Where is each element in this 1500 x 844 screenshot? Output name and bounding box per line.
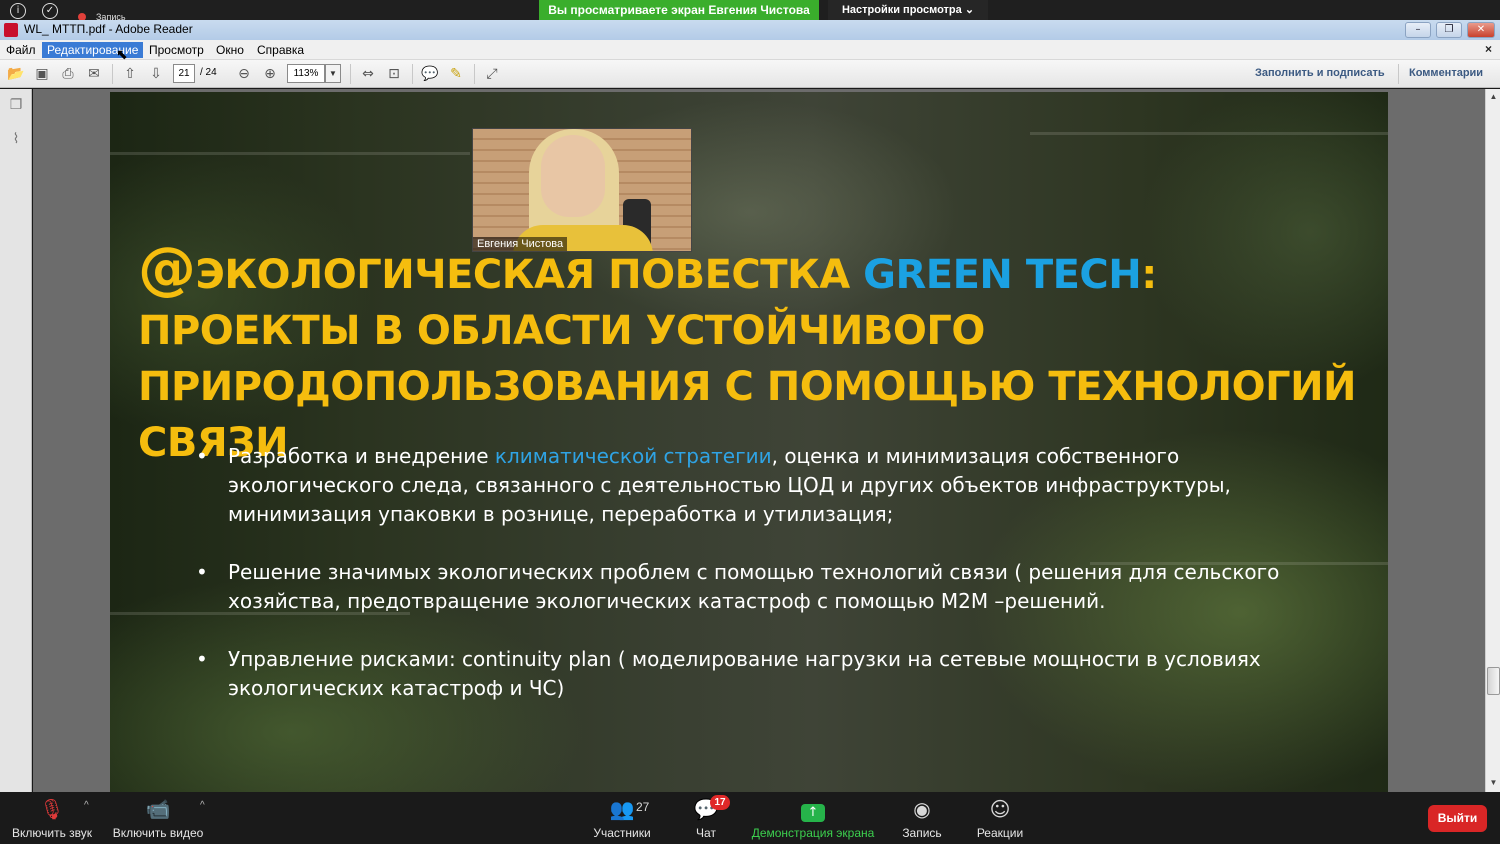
minimize-button[interactable]: – [1405,22,1431,38]
shield-icon[interactable]: ✓ [42,3,58,19]
save-icon[interactable]: ▣ [32,64,52,84]
slide-bullet-list: Разработка и внедрение климатической стр… [196,442,1296,732]
muted-microphone-icon: 🎙 [39,797,65,821]
unmute-label: Включить звук [11,826,93,840]
share-screen-button[interactable]: ↑ Демонстрация экрана [748,796,878,840]
record-label: Запись [902,826,942,840]
page-total: / 24 [200,67,217,78]
window-titlebar: WL_ МТТП.pdf - Adobe Reader [0,20,1500,40]
page-number-input[interactable]: 21 [173,64,195,83]
toolbar-separator [112,64,113,84]
bullet-3-text: Управление рисками: continuity plan ( мо… [228,647,1261,700]
window-title: WL_ МТТП.pdf - Adobe Reader [24,22,193,36]
reaction-smiley-icon: ☺ [989,797,1011,821]
shelf-decoration [1030,132,1388,135]
toolbar-separator [350,64,351,84]
fit-width-icon[interactable]: ⇔ [358,64,378,84]
bullet-item: Разработка и внедрение климатической стр… [196,442,1296,529]
comments-button[interactable]: Комментарии [1409,67,1483,79]
zoom-in-icon[interactable]: ⊕ [260,64,280,84]
close-document-icon[interactable]: × [1485,42,1492,56]
menu-window[interactable]: Окно [211,42,249,58]
menu-bar: Файл Редактирование Просмотр Окно Справк… [0,40,1500,60]
toolbar-separator [1398,64,1399,84]
chat-unread-badge: 17 [710,795,730,810]
chat-label: Чат [696,826,716,840]
unmute-button[interactable]: 🎙 Включить звук [10,796,94,840]
full-screen-icon[interactable]: ⤢ [482,64,502,84]
menu-file[interactable]: Файл [1,42,41,58]
zoom-dropdown-icon[interactable]: ▼ [325,64,341,83]
scroll-down-icon[interactable]: ▼ [1488,777,1499,788]
next-page-icon[interactable]: ⇩ [146,64,166,84]
attachments-icon[interactable]: ⌇ [6,129,26,149]
share-screen-label: Демонстрация экрана [751,826,875,840]
bullet-1-text-start: Разработка и внедрение [228,444,495,468]
menu-view[interactable]: Просмотр [144,42,209,58]
bullet-1-link: климатической стратегии [494,444,772,468]
previous-page-icon[interactable]: ⇧ [120,64,140,84]
view-settings-button[interactable]: Настройки просмотра ⌄ [828,0,988,21]
slide-page: Евгения Чистова @ЭКОЛОГИЧЕСКАЯ ПОВЕСТКА … [110,92,1388,792]
reactions-button[interactable]: ☺ Реакции [972,796,1028,840]
screen-share-banner: Вы просматриваете экран Евгения Чистова [539,0,819,21]
video-off-icon: 📹 [145,797,171,821]
shelf-decoration [110,152,470,155]
audio-options-caret-icon[interactable]: ^ [84,800,89,811]
restore-button[interactable]: ❐ [1436,22,1462,38]
title-part-1: ЭКОЛОГИЧЕСКАЯ ПОВЕСТКА [195,252,864,298]
print-icon[interactable]: ⎙ [58,64,78,84]
leave-meeting-button[interactable]: Выйти [1428,805,1487,832]
bullet-2-text: Решение значимых экологических проблем с… [228,560,1280,613]
title-at-sign: @ [138,234,196,302]
menu-edit[interactable]: Редактирование [42,42,144,58]
close-window-button[interactable]: ✕ [1467,22,1495,38]
info-icon[interactable]: i [10,3,26,19]
toolbar-separator [412,64,413,84]
start-video-label: Включить видео [112,826,204,840]
toolbar-separator [474,64,475,84]
scrollbar-thumb[interactable] [1487,667,1500,695]
slide-title: @ЭКОЛОГИЧЕСКАЯ ПОВЕСТКА GREEN TECH: ПРОЕ… [138,239,1378,471]
screen: i ✓ Запись Вы просматриваете экран Евген… [0,0,1500,844]
vertical-scrollbar[interactable]: ▲ ▼ [1485,89,1500,792]
record-icon: ◉ [913,797,931,821]
comment-icon[interactable]: 💬 [420,64,440,84]
pdf-app-icon [4,23,18,37]
title-green-tech: GREEN TECH [863,252,1142,298]
fill-sign-button[interactable]: Заполнить и подписать [1255,67,1385,79]
open-icon[interactable]: 📂 [6,64,26,84]
participants-count: 27 [636,800,650,814]
menu-help[interactable]: Справка [252,42,309,58]
bullet-item: Решение значимых экологических проблем с… [196,558,1296,616]
zoom-out-icon[interactable]: ⊖ [234,64,254,84]
participant-video-tile[interactable]: Евгения Чистова [472,128,692,252]
page-thumbnails-icon[interactable]: ❐ [6,95,26,115]
reactions-label: Реакции [976,826,1024,840]
video-options-caret-icon[interactable]: ^ [200,800,205,811]
fit-page-icon[interactable]: ⊡ [384,64,404,84]
participants-label: Участники [593,826,651,840]
participant-face-shape [541,135,605,217]
email-icon[interactable]: ✉ [84,64,104,84]
bullet-item: Управление рисками: continuity plan ( мо… [196,645,1296,703]
zoom-top-bar: i ✓ Запись Вы просматриваете экран Евген… [0,0,1500,22]
zoom-level-input[interactable]: 113% [287,64,325,83]
record-button[interactable]: ◉ Запись [898,796,946,840]
navigation-pane: ❐ ⌇ [0,89,32,792]
highlight-icon[interactable]: ✎ [446,64,466,84]
start-video-button[interactable]: 📹 Включить видео [110,796,206,840]
zoom-meeting-controls: 🎙 Включить звук ^ 📹 Включить видео ^ 👥 У… [0,792,1500,844]
mouse-cursor-icon: ⬉ [116,46,128,62]
share-screen-icon: ↑ [748,796,878,822]
scroll-up-icon[interactable]: ▲ [1488,91,1499,102]
